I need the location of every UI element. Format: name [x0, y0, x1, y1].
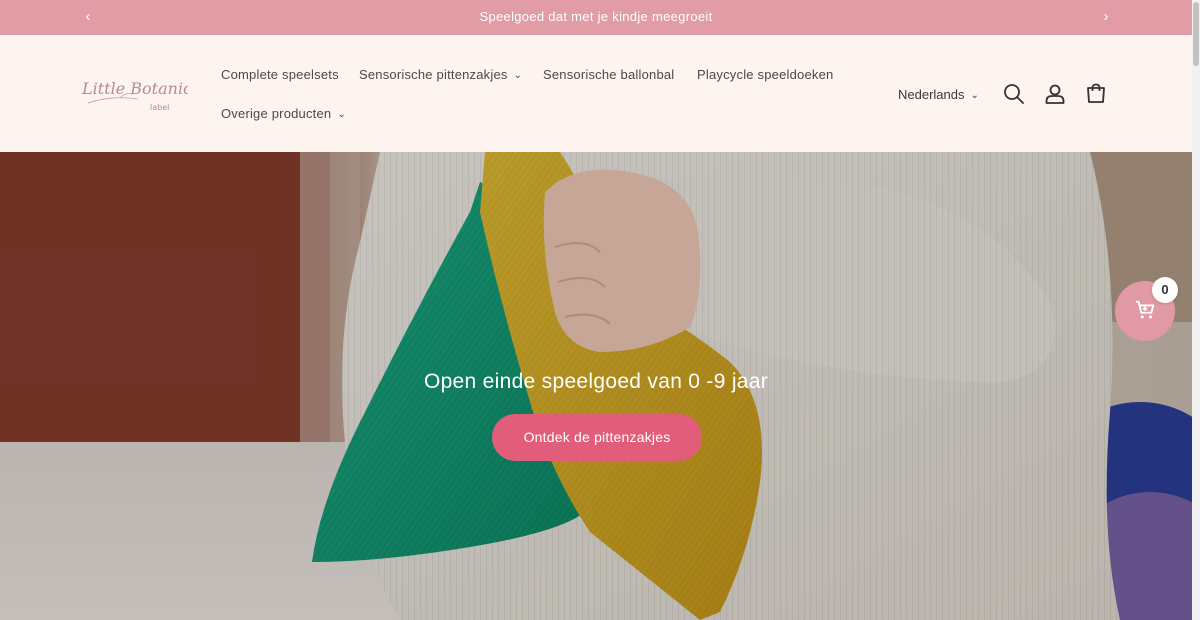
nav-item-label: Overige producten — [221, 106, 332, 121]
discover-button[interactable]: Ontdek de pittenzakjes — [492, 414, 702, 461]
nav-item-complete-speelsets[interactable]: Complete speelsets — [221, 67, 339, 82]
nav-item-label: Sensorische pittenzakjes — [359, 67, 508, 82]
logo-line2: label — [150, 103, 169, 112]
hero-title: Open einde speelgoed van 0 -9 jaar — [423, 370, 769, 393]
scrollbar-thumb[interactable] — [1193, 2, 1199, 66]
announcement-text: Speelgoed dat met je kindje meegroeit — [479, 9, 713, 24]
account-icon[interactable] — [1043, 82, 1067, 106]
announcement-bar: ‹ Speelgoed dat met je kindje meegroeit … — [0, 0, 1192, 35]
chevron-right-icon[interactable]: › — [1096, 7, 1116, 27]
nav-item-label: Sensorische ballonbal — [543, 67, 675, 82]
chevron-down-icon: ⌄ — [970, 90, 979, 101]
scrollbar[interactable] — [1192, 0, 1200, 620]
nav-item-overige-producten[interactable]: Overige producten ⌄ — [221, 106, 346, 121]
logo[interactable]: Little Botanic label — [80, 73, 192, 117]
chevron-down-icon: ⌄ — [337, 109, 346, 120]
chevron-down-icon: ⌄ — [513, 70, 523, 81]
shopping-cart-icon — [1135, 300, 1155, 319]
nav-item-sensorische-pittenzakjes[interactable]: Sensorische pittenzakjes ⌄ — [359, 67, 522, 82]
search-icon[interactable] — [1002, 82, 1026, 106]
nav-item-sensorische-ballonbal[interactable]: Sensorische ballonbal — [543, 67, 674, 82]
logo-line1: Little Botanic — [81, 79, 188, 98]
language-selector[interactable]: Nederlands ⌄ — [898, 87, 979, 102]
nav-item-label: Complete speelsets — [221, 67, 339, 82]
nav-item-playcycle-speeldoeken[interactable]: Playcycle speeldoeken — [697, 67, 833, 82]
site-header: Little Botanic label Complete speelsets … — [0, 35, 1192, 152]
hero-banner: Open einde speelgoed van 0 -9 jaar Ontde… — [0, 152, 1192, 620]
cart-icon[interactable] — [1084, 82, 1108, 106]
cart-count-badge: 0 — [1152, 277, 1178, 303]
language-label: Nederlands — [898, 87, 965, 102]
nav-item-label: Playcycle speeldoeken — [697, 67, 834, 82]
